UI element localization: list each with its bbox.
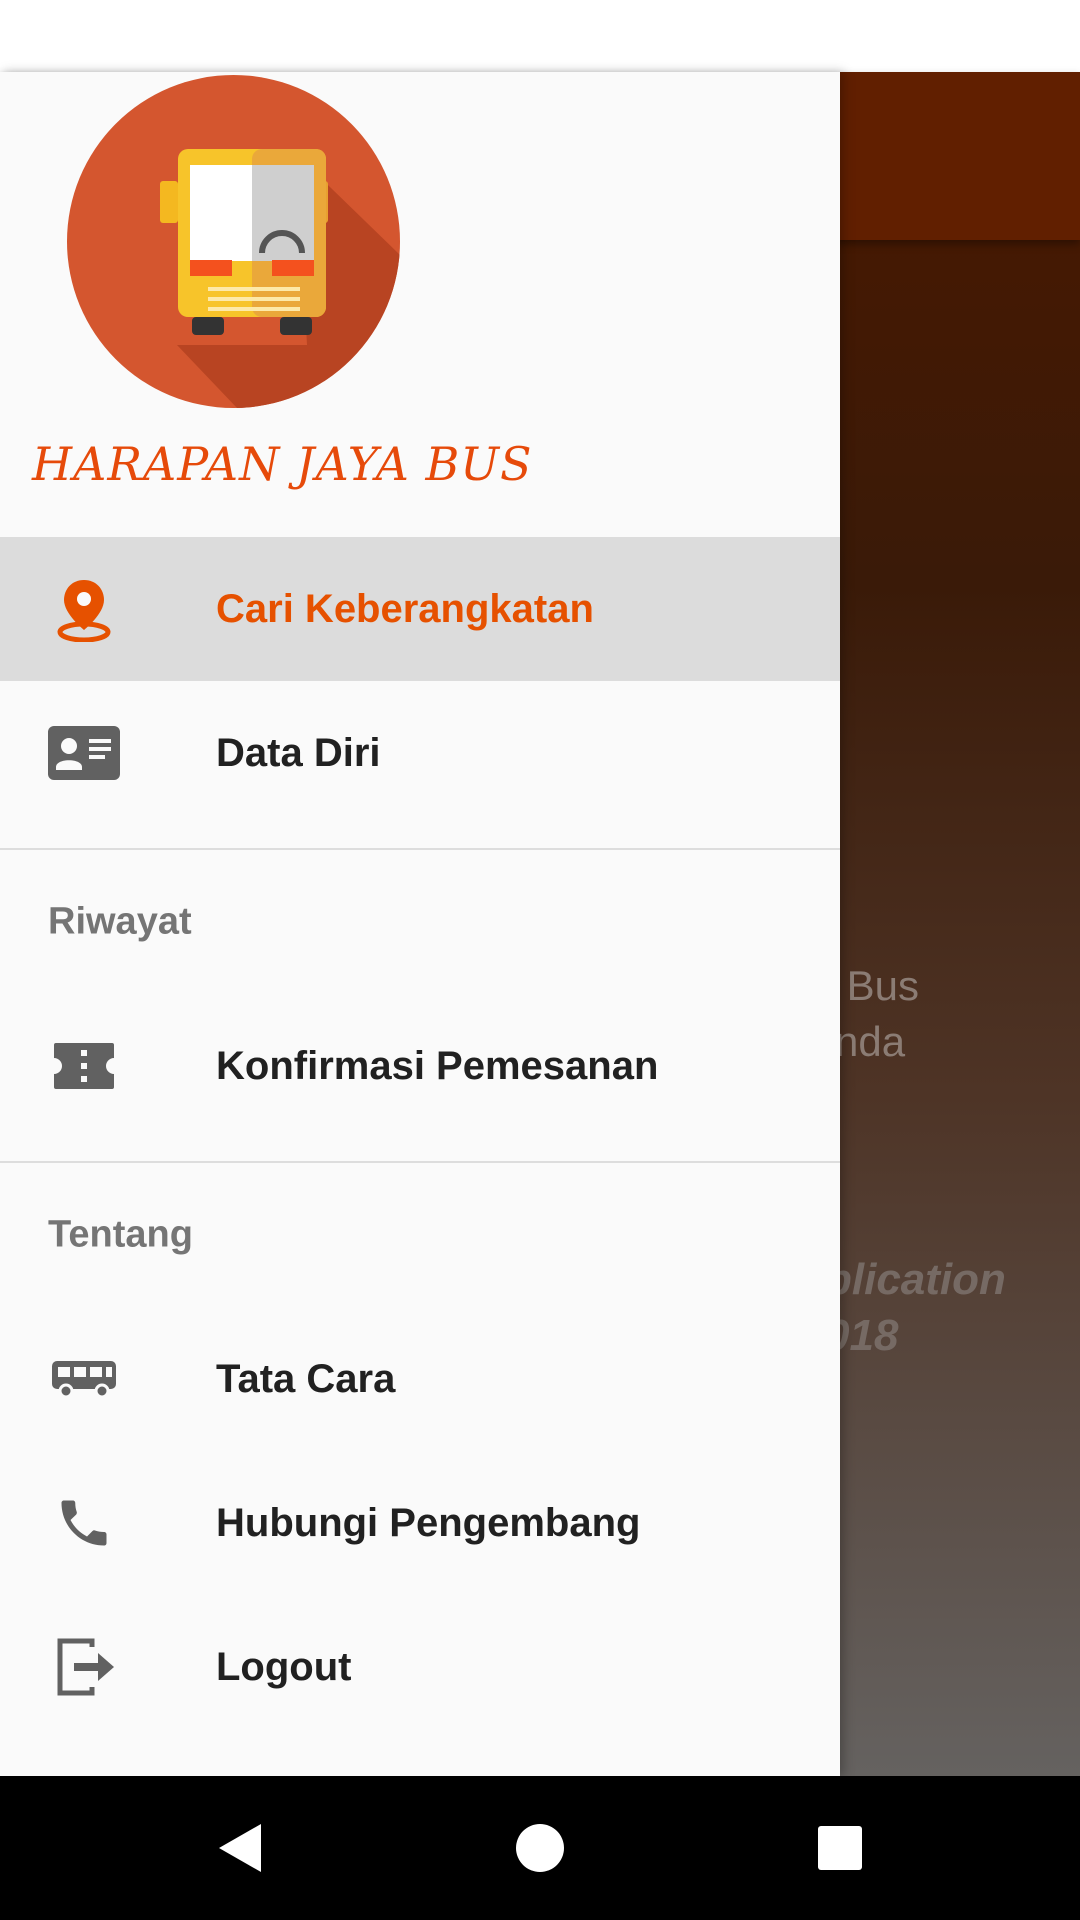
menu-item-cari-keberangkatan[interactable]: Cari Keberangkatan bbox=[0, 537, 840, 681]
menu-item-hubungi-pengembang[interactable]: Hubungi Pengembang bbox=[0, 1451, 840, 1595]
menu-label: Konfirmasi Pemesanan bbox=[216, 1043, 659, 1088]
menu-label: Cari Keberangkatan bbox=[216, 586, 594, 631]
section-label: Riwayat bbox=[48, 900, 192, 943]
section-header-tentang: Tentang bbox=[0, 1163, 840, 1307]
menu-label: Logout bbox=[216, 1644, 352, 1689]
menu-item-tata-cara[interactable]: Tata Cara bbox=[0, 1307, 840, 1451]
background-text-partial-italic: plication 018 bbox=[825, 1255, 1006, 1360]
recents-icon[interactable] bbox=[780, 1776, 900, 1920]
bus-icon bbox=[46, 1341, 122, 1417]
home-icon[interactable] bbox=[480, 1776, 600, 1920]
phone-icon bbox=[46, 1485, 122, 1561]
location-pin-icon bbox=[46, 571, 122, 647]
menu-label: Tata Cara bbox=[216, 1356, 396, 1401]
navigation-drawer: HARAPAN JAYA BUS Cari Keberangkatan Data… bbox=[0, 72, 840, 1776]
bus-logo-icon bbox=[67, 75, 400, 408]
menu-item-logout[interactable]: Logout bbox=[0, 1595, 840, 1739]
brand-title: HARAPAN JAYA BUS bbox=[32, 437, 533, 491]
system-navigation-bar bbox=[0, 1776, 1080, 1920]
logout-icon bbox=[46, 1629, 122, 1705]
section-header-riwayat: Riwayat bbox=[0, 850, 840, 994]
menu-label: Data Diri bbox=[216, 730, 381, 775]
drawer-header: HARAPAN JAYA BUS bbox=[0, 72, 840, 537]
background-text-partial: Bus nda bbox=[835, 962, 920, 1065]
status-bar bbox=[0, 0, 1080, 72]
ticket-icon bbox=[46, 1028, 122, 1104]
menu-label: Hubungi Pengembang bbox=[216, 1500, 641, 1545]
back-icon[interactable] bbox=[180, 1776, 300, 1920]
menu-item-konfirmasi-pemesanan[interactable]: Konfirmasi Pemesanan bbox=[0, 994, 840, 1138]
section-label: Tentang bbox=[48, 1213, 193, 1256]
menu-item-data-diri[interactable]: Data Diri bbox=[0, 681, 840, 825]
id-card-icon bbox=[46, 715, 122, 791]
